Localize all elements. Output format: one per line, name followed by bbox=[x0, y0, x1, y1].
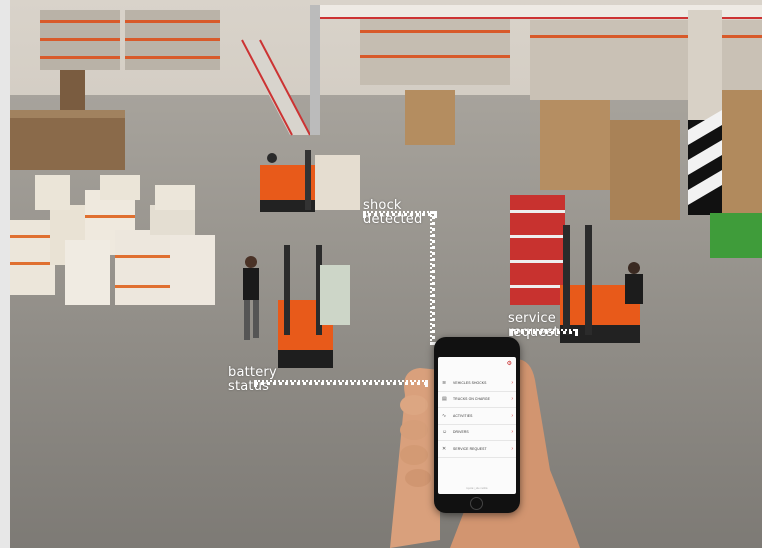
menu-item-label: VEHICLES SHOCKS bbox=[453, 380, 487, 385]
warehouse-illustration bbox=[10, 0, 762, 548]
forklift-back bbox=[260, 150, 360, 212]
chevron-right-icon: › bbox=[511, 396, 513, 403]
chevron-right-icon: › bbox=[511, 412, 513, 419]
settings-icon[interactable]: ⚙ bbox=[507, 360, 512, 367]
tools-icon: ✕ bbox=[442, 445, 447, 452]
chevron-right-icon: › bbox=[511, 445, 513, 452]
chevron-right-icon: › bbox=[511, 379, 513, 386]
activity-icon: ∿ bbox=[442, 412, 447, 419]
smartphone: ⚙ ≋ VEHICLES SHOCKS › ▤ TRUCKS ON CHARGE… bbox=[434, 337, 520, 513]
menu-item-label: DRIVERS bbox=[453, 430, 469, 435]
document-icon: ▤ bbox=[442, 396, 447, 403]
chevron-right-icon: › bbox=[511, 429, 513, 436]
menu-item-activities[interactable]: ∿ ACTIVITIES › bbox=[438, 408, 516, 425]
green-bin bbox=[710, 213, 762, 258]
menu-item-charge[interactable]: ▤ TRUCKS ON CHARGE › bbox=[438, 392, 516, 408]
menu-item-drivers[interactable]: ☺ DRIVERS › bbox=[438, 425, 516, 441]
home-button[interactable] bbox=[470, 497, 483, 510]
menu-item-label: ACTIVITIES bbox=[453, 413, 473, 418]
menu-item-service[interactable]: ✕ SERVICE REQUEST › bbox=[438, 441, 516, 458]
phone-screen: ⚙ ≋ VEHICLES SHOCKS › ▤ TRUCKS ON CHARGE… bbox=[438, 357, 516, 494]
service-request-label: service request bbox=[508, 312, 559, 340]
pillar bbox=[688, 10, 722, 215]
red-pallet bbox=[510, 195, 565, 305]
shock-icon: ≋ bbox=[442, 379, 447, 386]
menu-item-label: TRUCKS ON CHARGE bbox=[453, 397, 491, 402]
shock-callout-drop bbox=[430, 211, 435, 345]
driver-icon: ☺ bbox=[442, 429, 448, 436]
app-footer: toyota i_site mobile bbox=[466, 487, 488, 490]
shock-callout-line bbox=[363, 211, 437, 216]
app-menu: ≋ VEHICLES SHOCKS › ▤ TRUCKS ON CHARGE ›… bbox=[438, 375, 516, 458]
battery-callout-line bbox=[254, 380, 428, 385]
service-callout-line bbox=[510, 329, 578, 334]
battery-label-line1: battery bbox=[228, 365, 277, 380]
service-label-line1: service bbox=[508, 311, 556, 326]
menu-item-shocks[interactable]: ≋ VEHICLES SHOCKS › bbox=[438, 375, 516, 392]
warehouse-photo: shock detected service request battery s… bbox=[10, 0, 762, 548]
menu-item-label: SERVICE REQUEST bbox=[453, 446, 487, 451]
